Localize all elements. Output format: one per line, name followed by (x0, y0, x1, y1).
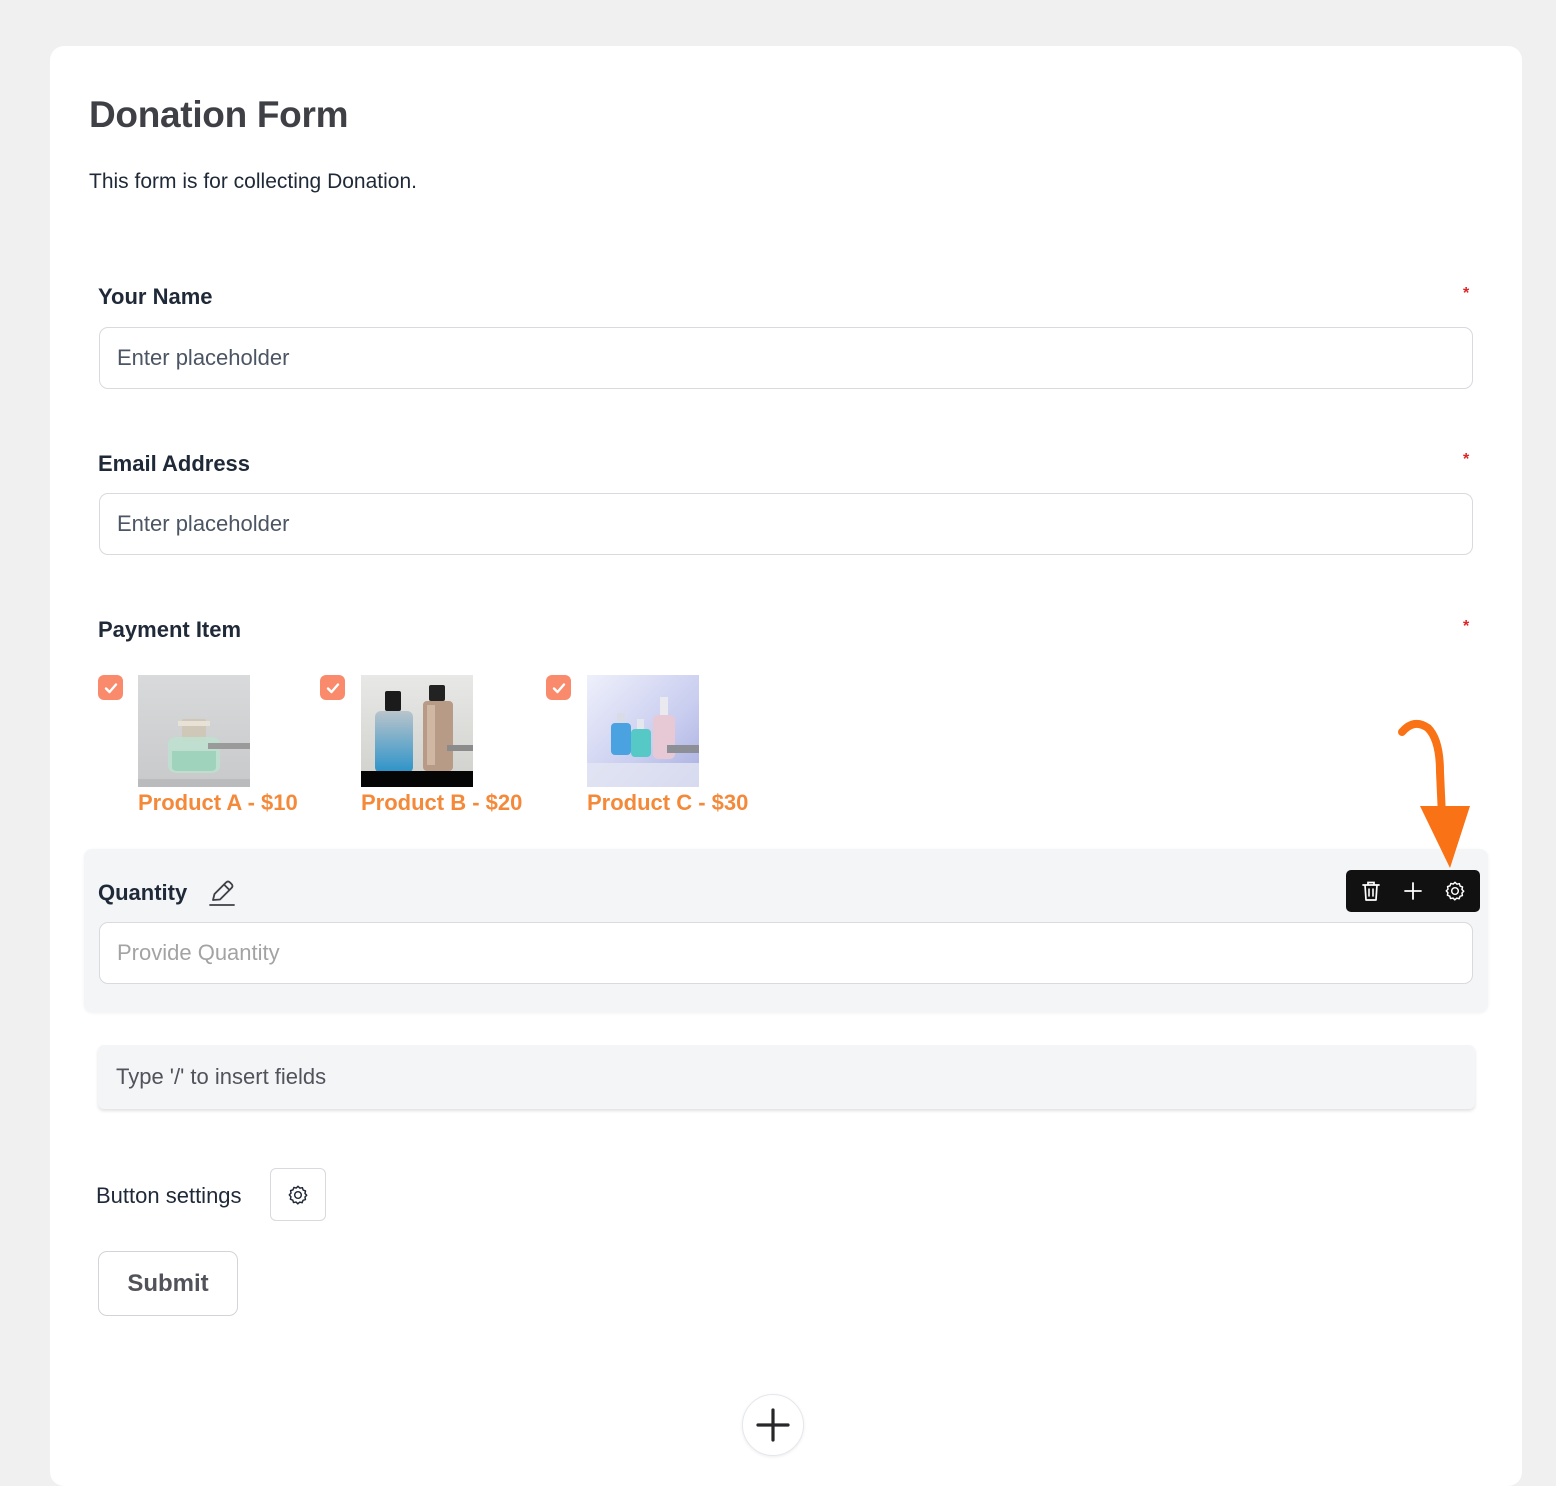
required-asterisk: * (1463, 451, 1470, 468)
product-a-image (138, 675, 250, 787)
product-b-label[interactable]: Product B - $20 (361, 790, 522, 816)
quantity-label[interactable]: Quantity (98, 880, 187, 906)
plus-icon[interactable] (1395, 873, 1431, 909)
trash-icon[interactable] (1353, 873, 1389, 909)
name-input[interactable]: Enter placeholder (99, 327, 1473, 389)
plus-icon (756, 1408, 790, 1442)
required-asterisk: * (1463, 285, 1470, 302)
product-c-checkbox[interactable] (546, 675, 571, 700)
product-a-checkbox[interactable] (98, 675, 123, 700)
check-icon (552, 682, 565, 693)
submit-button[interactable]: Submit (98, 1251, 238, 1316)
check-icon (326, 682, 339, 693)
payment-item-label: Payment Item (98, 617, 242, 642)
product-c-label[interactable]: Product C - $30 (587, 790, 748, 816)
product-b-checkbox[interactable] (320, 675, 345, 700)
required-asterisk: * (1463, 618, 1470, 635)
product-a-label[interactable]: Product A - $10 (138, 790, 298, 816)
button-settings-button[interactable] (270, 1168, 326, 1221)
quantity-input[interactable]: Provide Quantity (99, 922, 1473, 984)
email-label: Email Address (98, 451, 251, 476)
quantity-placeholder: Provide Quantity (117, 940, 280, 965)
pencil-icon[interactable] (208, 878, 236, 908)
form-title[interactable]: Donation Form (89, 94, 348, 136)
form-card (50, 46, 1522, 1486)
insert-field-input[interactable]: Type '/' to insert fields (98, 1045, 1475, 1109)
name-label: Your Name (98, 284, 213, 309)
gear-icon[interactable] (1437, 873, 1473, 909)
product-c-image (587, 675, 699, 787)
insert-field-placeholder: Type '/' to insert fields (116, 1064, 327, 1089)
email-placeholder: Enter placeholder (117, 511, 290, 536)
block-toolbar (1346, 870, 1480, 912)
button-settings-label: Button settings (96, 1183, 242, 1208)
product-b-image (361, 675, 473, 787)
annotation-arrow-icon (1398, 719, 1470, 868)
email-input[interactable]: Enter placeholder (99, 493, 1473, 555)
add-block-button[interactable] (742, 1394, 804, 1456)
name-placeholder: Enter placeholder (117, 345, 290, 370)
check-icon (104, 682, 117, 693)
form-description[interactable]: This form is for collecting Donation. (89, 170, 417, 194)
gear-icon (288, 1185, 308, 1205)
